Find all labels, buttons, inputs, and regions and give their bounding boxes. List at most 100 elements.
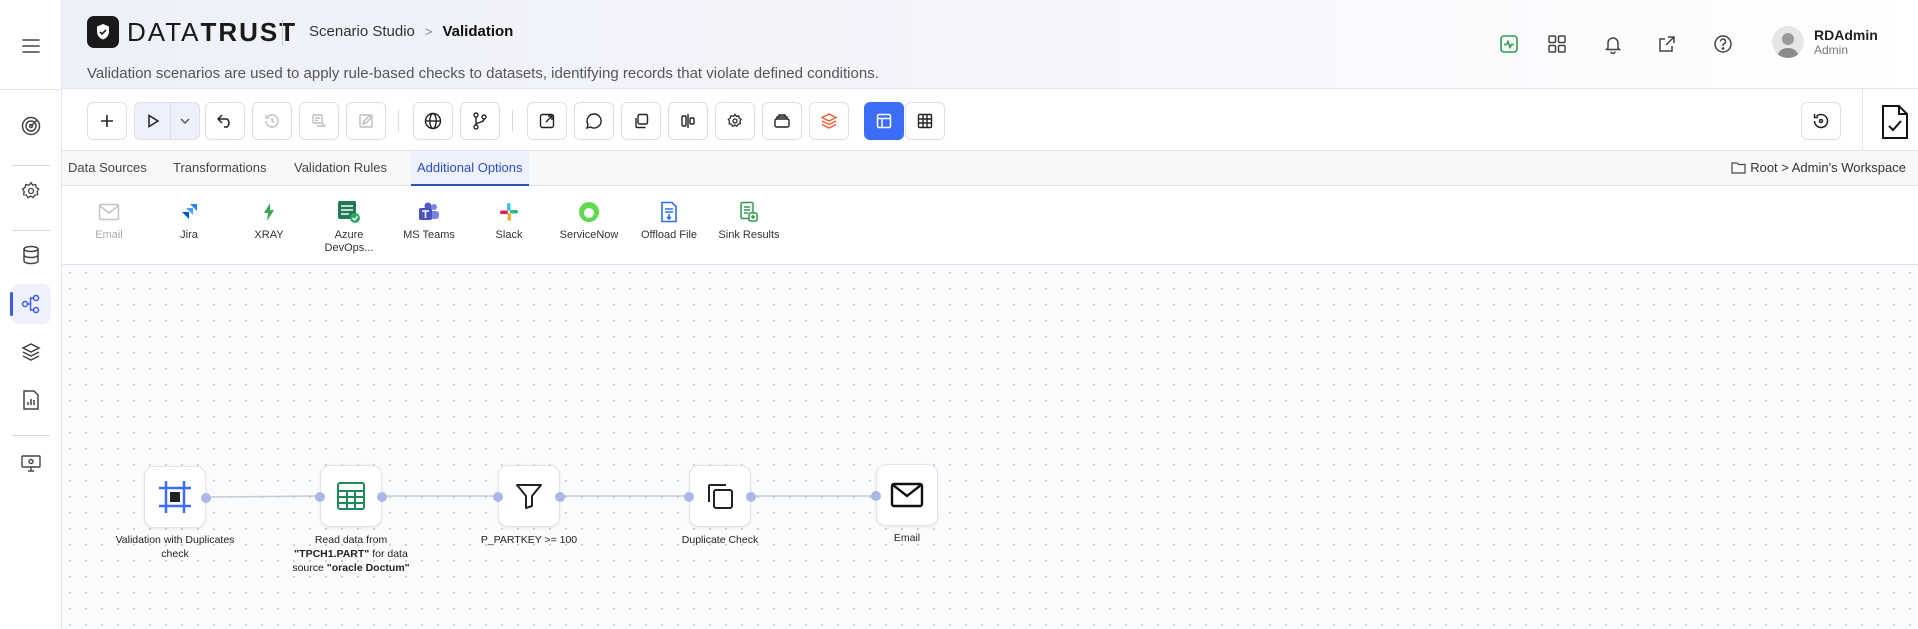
connector-1-2 xyxy=(208,495,322,498)
report-icon[interactable] xyxy=(11,380,51,420)
option-sink-results[interactable]: Sink Results xyxy=(709,200,789,242)
sidebar-divider xyxy=(12,435,50,436)
workspace-path-text: Root > Admin's Workspace xyxy=(1750,160,1906,175)
external-link-icon[interactable] xyxy=(1654,31,1680,57)
table-view-button[interactable] xyxy=(905,102,945,140)
health-monitor-icon[interactable] xyxy=(1496,31,1522,57)
settings-icon[interactable] xyxy=(11,171,51,211)
add-button[interactable] xyxy=(87,102,127,140)
layers-icon[interactable] xyxy=(11,332,51,372)
sink-results-icon xyxy=(737,200,761,224)
sidebar xyxy=(0,0,62,629)
option-label: Sink Results xyxy=(718,229,780,241)
node-label: Email xyxy=(893,532,921,544)
layers-orange-button[interactable] xyxy=(809,102,849,140)
option-slack[interactable]: Slack xyxy=(469,200,549,242)
node-label: Read data from "TPCH1.PART" for data sou… xyxy=(292,534,410,574)
node-label: Validation with Duplicates check xyxy=(115,534,235,560)
chevron-down-icon[interactable] xyxy=(171,118,199,124)
globe-button[interactable] xyxy=(413,102,453,140)
deploy-button[interactable] xyxy=(299,102,339,140)
avatar xyxy=(1772,26,1804,58)
apps-grid-icon[interactable] xyxy=(1544,31,1570,57)
toolbar-divider xyxy=(1862,88,1863,150)
option-azure-devops[interactable]: Azure DevOps... xyxy=(309,200,389,255)
slack-icon xyxy=(497,200,521,224)
monitor-settings-icon[interactable] xyxy=(11,444,51,484)
tab-bar: Data Sources Transformations Validation … xyxy=(62,151,1918,186)
option-label: Azure DevOps... xyxy=(324,229,374,254)
breadcrumb-separator: > xyxy=(424,24,433,39)
logo[interactable]: DATATRUST xyxy=(87,16,297,48)
run-split-button[interactable] xyxy=(134,102,200,140)
sidebar-divider xyxy=(12,165,50,166)
header: DATATRUST Scenario Studio > Validation V… xyxy=(62,0,1918,89)
option-label: MS Teams xyxy=(403,229,455,241)
branch-button[interactable] xyxy=(460,102,500,140)
node-output-port[interactable] xyxy=(201,493,211,503)
node-input-port[interactable] xyxy=(315,492,325,502)
node-input-port[interactable] xyxy=(684,492,694,502)
duplicate-button[interactable] xyxy=(621,102,661,140)
target-icon[interactable] xyxy=(11,106,51,146)
option-xray[interactable]: XRAY xyxy=(229,200,309,242)
stack-button[interactable] xyxy=(762,102,802,140)
option-servicenow[interactable]: ServiceNow xyxy=(549,200,629,242)
node-output-port[interactable] xyxy=(377,492,387,502)
validate-document-icon[interactable] xyxy=(1872,99,1918,145)
option-jira[interactable]: Jira xyxy=(149,200,229,242)
node-input-port[interactable] xyxy=(493,492,503,502)
canvas-view-button[interactable] xyxy=(864,102,904,140)
play-icon[interactable] xyxy=(135,103,171,139)
option-label: Offload File xyxy=(640,229,698,241)
history-button[interactable] xyxy=(252,102,292,140)
edit-button[interactable] xyxy=(346,102,386,140)
undo-button[interactable] xyxy=(205,102,245,140)
offload-file-icon xyxy=(657,200,681,224)
node-input-port[interactable] xyxy=(871,491,881,501)
comment-button[interactable] xyxy=(574,102,614,140)
node-filter[interactable] xyxy=(493,465,565,527)
version-history-button[interactable] xyxy=(1801,102,1841,140)
tab-additional-options[interactable]: Additional Options xyxy=(411,151,529,186)
node-output-port[interactable] xyxy=(555,492,565,502)
option-email[interactable]: Email xyxy=(69,200,149,242)
tab-validation-rules[interactable]: Validation Rules xyxy=(288,151,393,186)
tab-transformations[interactable]: Transformations xyxy=(167,151,272,186)
mail-icon xyxy=(890,482,924,508)
toolbar xyxy=(62,88,1918,151)
option-label: Email xyxy=(95,229,123,241)
tab-data-sources[interactable]: Data Sources xyxy=(62,151,153,186)
workspace-path[interactable]: Root > Admin's Workspace xyxy=(1731,160,1906,175)
help-icon[interactable] xyxy=(1710,31,1736,57)
node-read-data[interactable] xyxy=(315,465,387,527)
folder-icon xyxy=(1731,162,1746,174)
user-role: Admin xyxy=(1814,43,1849,57)
scenario-studio-icon[interactable] xyxy=(10,284,51,324)
page-title: Validation xyxy=(442,23,514,40)
notification-bell-icon[interactable] xyxy=(1600,31,1626,57)
header-divider xyxy=(282,20,283,46)
scenario-canvas[interactable]: Validation with Duplicates check Read da… xyxy=(62,265,1918,629)
option-offload-file[interactable]: Offload File xyxy=(629,200,709,242)
node-output-port[interactable] xyxy=(746,492,756,502)
breadcrumb-parent[interactable]: Scenario Studio xyxy=(309,23,415,40)
option-ms-teams[interactable]: MS Teams xyxy=(389,200,469,242)
option-label: Jira xyxy=(180,229,198,241)
scenario-frame-icon xyxy=(159,481,191,513)
align-button[interactable] xyxy=(668,102,708,140)
node-email[interactable] xyxy=(871,464,938,526)
option-label: XRAY xyxy=(254,229,284,241)
export-button[interactable] xyxy=(527,102,567,140)
node-scenario[interactable] xyxy=(144,466,211,528)
user-menu[interactable]: RDAdmin Admin xyxy=(1772,26,1878,58)
toolbar-divider xyxy=(512,110,513,132)
settings-button[interactable] xyxy=(715,102,755,140)
breadcrumb: Scenario Studio > Validation xyxy=(309,23,513,40)
shield-logo-icon xyxy=(87,16,119,48)
node-duplicate-check[interactable] xyxy=(684,465,756,527)
database-icon[interactable] xyxy=(11,235,51,275)
table-icon xyxy=(337,482,365,510)
option-label: Slack xyxy=(495,229,523,241)
menu-icon[interactable] xyxy=(11,26,51,66)
